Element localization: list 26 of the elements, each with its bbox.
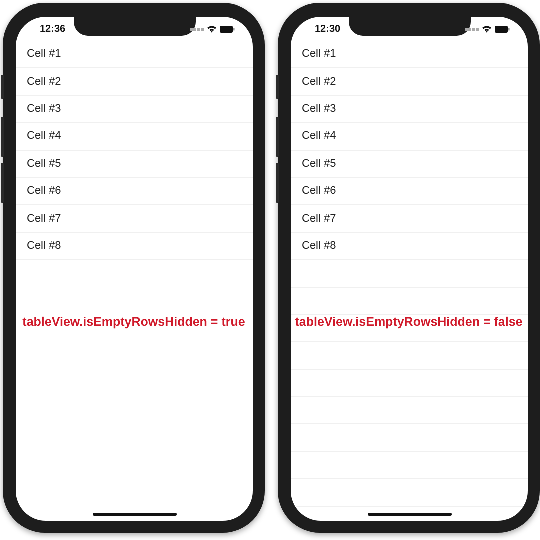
- caption-label: tableView.isEmptyRowsHidden = false: [295, 315, 523, 329]
- status-time: 12:30: [315, 24, 341, 34]
- table-cell[interactable]: Cell #3: [27, 102, 62, 115]
- table-cell[interactable]: Cell #1: [302, 48, 336, 60]
- status-time: 12:36: [40, 24, 66, 34]
- table-cell[interactable]: Cell #7: [302, 212, 336, 225]
- table-cell[interactable]: Cell #2: [302, 76, 336, 88]
- table-cell[interactable]: Cell #6: [27, 185, 62, 198]
- table-cell[interactable]: Cell #6: [302, 185, 336, 198]
- table-cell[interactable]: Cell #8: [27, 240, 62, 252]
- signal-icon: [465, 28, 479, 30]
- wifi-icon: [482, 25, 492, 33]
- table-cell[interactable]: Cell #8: [302, 240, 336, 252]
- table-cell[interactable]: Cell #4: [302, 130, 336, 142]
- table-cell[interactable]: Cell #3: [302, 102, 336, 115]
- signal-icon: [190, 28, 204, 30]
- table-cell[interactable]: Cell #5: [302, 158, 336, 170]
- caption-label: tableView.isEmptyRowsHidden = true: [22, 315, 246, 329]
- wifi-icon: [207, 25, 217, 33]
- battery-icon: [220, 26, 235, 32]
- table-cell[interactable]: Cell #7: [27, 212, 62, 225]
- table-cell[interactable]: Cell #2: [27, 76, 62, 88]
- table-cell[interactable]: Cell #5: [27, 158, 62, 170]
- battery-icon: [495, 26, 510, 32]
- table-cell[interactable]: Cell #1: [27, 48, 62, 60]
- table-cell[interactable]: Cell #4: [27, 130, 62, 142]
